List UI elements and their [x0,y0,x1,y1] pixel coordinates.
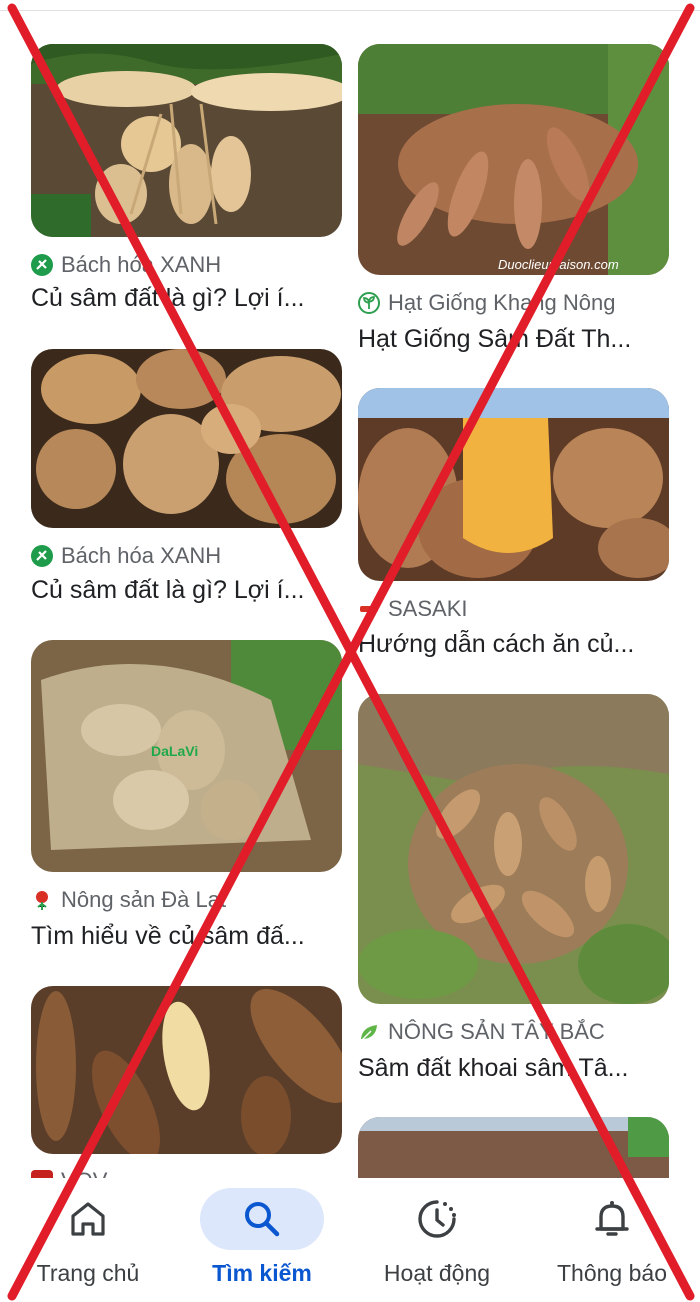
nav-item-search[interactable]: Tìm kiếm [188,1178,336,1302]
bach-hoa-xanh-icon [31,254,53,276]
result-image-6[interactable] [358,694,669,1004]
result-source-5: Nông sản Đà Lạt [31,887,226,913]
result-image-2[interactable]: Duoclieumaison.com [358,44,669,275]
result-title-5[interactable]: Tìm hiểu về củ sâm đấ... [31,922,341,951]
activity-icon [412,1194,462,1244]
nav-label-home: Trang chủ [36,1260,140,1286]
result-source-label-2: Hạt Giống Khang Nông [388,290,616,315]
nav-label-activity: Hoạt động [383,1260,491,1286]
result-title-1[interactable]: Củ sâm đất là gì? Lợi í... [31,284,341,313]
result-image-7[interactable] [31,986,342,1154]
nav-label-search: Tìm kiếm [212,1260,312,1286]
result-source-label-4: SASAKI [388,596,468,621]
result-image-1[interactable] [31,44,342,237]
result-source-label-6: NÔNG SẢN TÂY BẮC [388,1019,605,1044]
bell-icon [587,1194,637,1244]
bach-hoa-xanh-icon [31,545,53,567]
result-image-5[interactable]: DaLaVi [31,640,342,872]
sprout-icon [358,292,380,314]
duoclieu-watermark: Duoclieumaison.com [498,257,619,272]
nav-item-home[interactable]: Trang chủ [14,1178,162,1302]
result-source-label-1: Bách hóa XANH [61,252,222,277]
result-source-label-3: Bách hóa XANH [61,543,222,568]
result-title-4[interactable]: Hướng dẫn cách ăn củ... [358,630,668,659]
nav-item-notifications[interactable]: Thông báo [538,1178,686,1302]
result-title-3[interactable]: Củ sâm đất là gì? Lợi í... [31,576,341,605]
nav-item-activity[interactable]: Hoạt động [363,1178,511,1302]
leaf-icon [358,1021,380,1043]
flower-icon [31,889,53,911]
result-title-2[interactable]: Hạt Giống Sâm Đất Th... [358,325,668,354]
sasaki-logo-icon [358,598,380,620]
home-icon [63,1194,113,1244]
top-divider [0,10,700,11]
nav-label-notifications: Thông báo [557,1260,667,1286]
result-source-6: NÔNG SẢN TÂY BẮC [358,1019,605,1045]
result-source-4: SASAKI [358,596,467,622]
result-source-2: Hạt Giống Khang Nông [358,290,616,316]
result-source-label-5: Nông sản Đà Lạt [61,887,227,912]
result-source-3: Bách hóa XANH [31,543,221,569]
result-title-6[interactable]: Sâm đất khoai sâm Tâ... [358,1054,668,1083]
bottom-navigation-bar: Trang chủ Tìm kiếm Hoạt động Thông báo [0,1178,700,1302]
dalavi-watermark: DaLaVi [151,743,198,759]
result-image-4[interactable] [358,388,669,581]
result-source-1: Bách hóa XANH [31,252,221,278]
search-icon [237,1194,287,1244]
result-image-3[interactable] [31,349,342,528]
